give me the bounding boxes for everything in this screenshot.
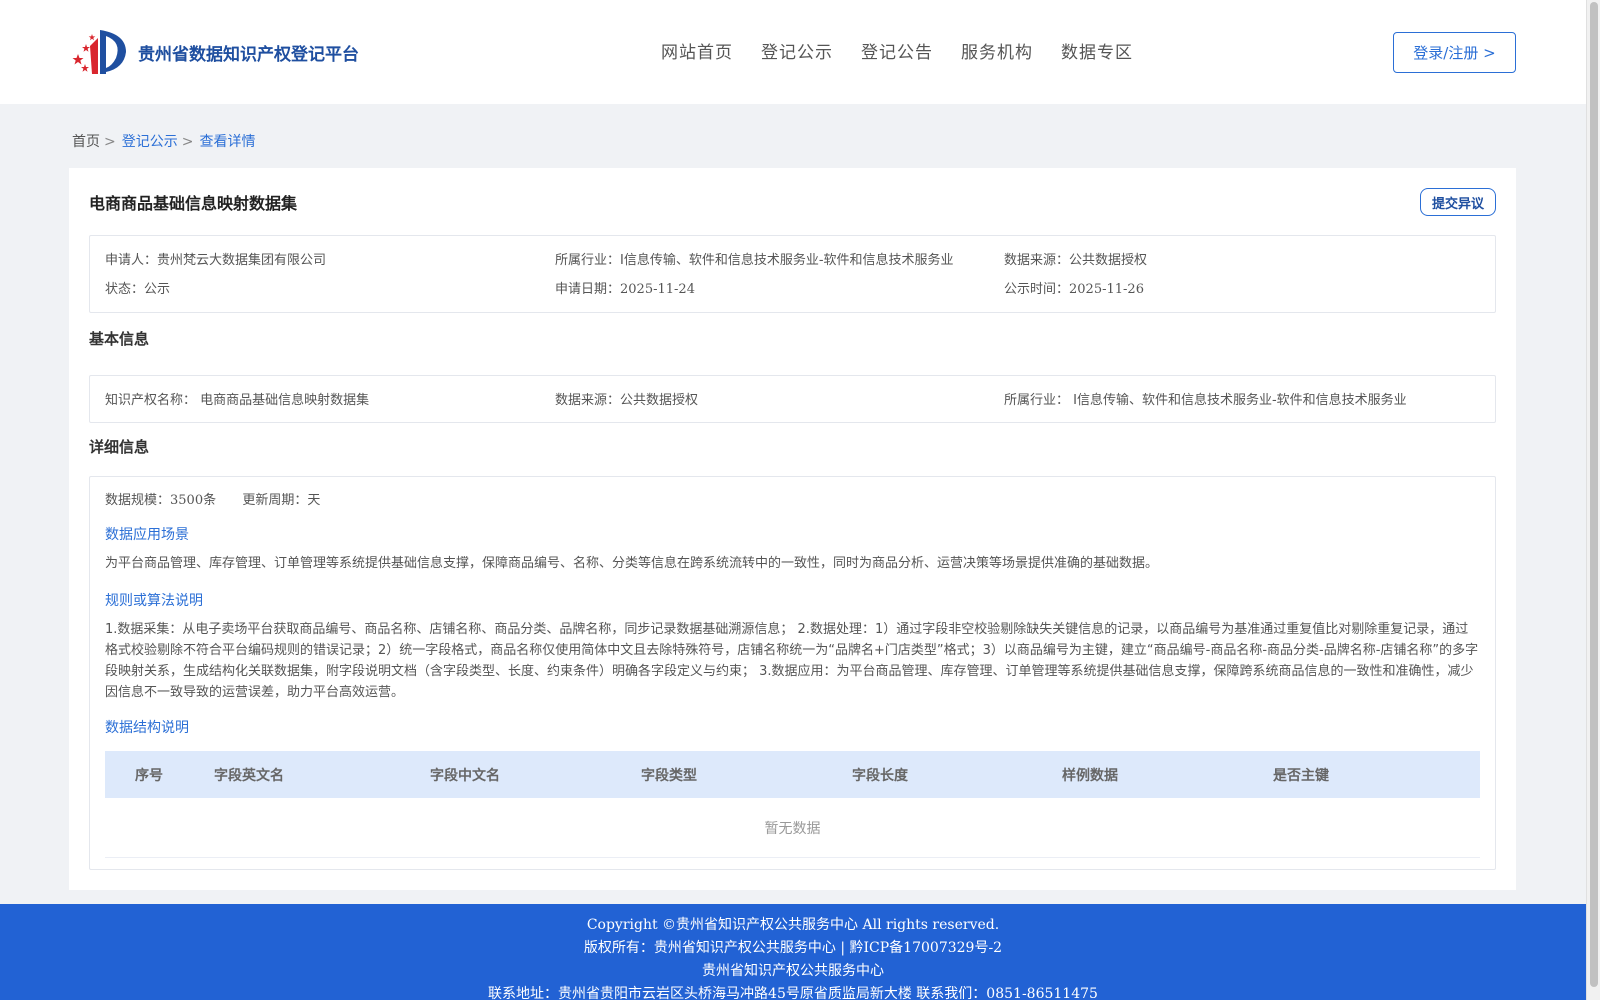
logo-emblem-icon [72, 30, 126, 74]
breadcrumb-separator: > [104, 134, 116, 150]
apply-date-value: 2025-11-24 [620, 282, 695, 297]
basic-source-value: 公共数据授权 [620, 393, 699, 408]
nav-item-home[interactable]: 网站首页 [661, 38, 733, 63]
th-field-length: 字段长度 [852, 767, 908, 784]
th-primary-key: 是否主键 [1273, 767, 1329, 784]
basic-source-label: 数据来源： [555, 393, 621, 408]
scenario-text: 为平台商品管理、库存管理、订单管理等系统提供基础信息支撑，保障商品编号、名称、分… [105, 556, 1159, 571]
status-label: 状态： [105, 282, 145, 297]
ip-name-field: 知识产权名称： 电商商品基础信息映射数据集 [105, 389, 369, 408]
basic-info-heading: 基本信息 [89, 330, 150, 348]
nav-item-registration-publicity[interactable]: 登记公示 [761, 38, 833, 63]
footer-rights: 版权所有：贵州省知识产权公共服务中心 | 黔ICP备17007329号-2 [583, 940, 1003, 956]
site-logo[interactable]: 贵州省数据知识产权登记平台 [70, 24, 359, 80]
breadcrumb: 首页 > 登记公示 > 查看详情 [72, 131, 255, 151]
page-title: 电商商品基础信息映射数据集 [89, 194, 298, 213]
cycle-value: 天 [307, 493, 321, 508]
basic-industry-label: 所属行业： [1004, 393, 1070, 408]
publish-date-label: 公示时间： [1004, 282, 1070, 297]
table-header-row: 序号 字段英文名 字段中文名 字段类型 字段长度 样例数据 是否主键 [105, 751, 1480, 798]
status-field: 状态：公示 [105, 278, 170, 297]
login-register-button[interactable]: 登录/注册 > [1393, 32, 1516, 73]
nav-item-data-zone[interactable]: 数据专区 [1061, 38, 1133, 63]
scale-field: 数据规模：3500条 更新周期：天 [105, 489, 320, 508]
structure-heading: 数据结构说明 [105, 720, 189, 736]
publish-date-field: 公示时间：2025-11-26 [1004, 278, 1144, 297]
source-label: 数据来源： [1004, 253, 1070, 268]
basic-industry-value: I信息传输、软件和信息技术服务业-软件和信息技术服务业 [1073, 393, 1407, 408]
th-index: 序号 [135, 767, 163, 784]
scenario-heading: 数据应用场景 [105, 527, 189, 543]
scale-value: 3500条 [170, 493, 217, 508]
table-empty-state: 暂无数据 [105, 798, 1480, 858]
ip-name-label: 知识产权名称： [105, 393, 197, 408]
scale-label: 数据规模： [105, 493, 171, 508]
basic-info-box: 知识产权名称： 电商商品基础信息映射数据集 数据来源：公共数据授权 所属行业： … [89, 375, 1496, 423]
basic-industry-field: 所属行业： I信息传输、软件和信息技术服务业-软件和信息技术服务业 [1004, 389, 1407, 408]
breadcrumb-view-detail[interactable]: 查看详情 [199, 134, 255, 150]
applicant-field: 申请人：贵州梵云大数据集团有限公司 [105, 249, 326, 268]
footer-org: 贵州省知识产权公共服务中心 [702, 963, 884, 979]
submit-objection-button[interactable]: 提交异议 [1420, 188, 1496, 216]
vertical-scrollbar[interactable] [1586, 0, 1600, 1000]
rules-text: 1.数据采集：从电子卖场平台获取商品编号、商品名称、店铺名称、商品分类、品牌名称… [105, 622, 1479, 700]
summary-box: 申请人：贵州梵云大数据集团有限公司 所属行业：I信息传输、软件和信息技术服务业-… [89, 235, 1496, 313]
ip-name-value: 电商商品基础信息映射数据集 [200, 393, 370, 408]
source-value: 公共数据授权 [1069, 253, 1148, 268]
basic-source-field: 数据来源：公共数据授权 [555, 389, 698, 408]
logo-text: 贵州省数据知识产权登记平台 [138, 44, 359, 65]
data-structure-table: 序号 字段英文名 字段中文名 字段类型 字段长度 样例数据 是否主键 暂无数据 [105, 751, 1480, 858]
breadcrumb-publicity[interactable]: 登记公示 [122, 134, 178, 150]
site-header: 贵州省数据知识产权登记平台 网站首页 登记公示 登记公告 服务机构 数据专区 登… [0, 0, 1586, 104]
scrollbar-thumb[interactable] [1590, 2, 1598, 987]
publish-date-value: 2025-11-26 [1069, 282, 1144, 297]
cycle-label: 更新周期： [242, 493, 308, 508]
th-sample: 样例数据 [1062, 767, 1118, 784]
main-nav: 网站首页 登记公示 登记公告 服务机构 数据专区 [661, 38, 1161, 63]
detail-info-heading: 详细信息 [89, 438, 150, 456]
nav-item-registration-announcement[interactable]: 登记公告 [861, 38, 933, 63]
th-field-cn: 字段中文名 [430, 767, 500, 784]
rules-heading: 规则或算法说明 [105, 593, 203, 609]
industry-label: 所属行业： [555, 253, 621, 268]
status-value: 公示 [144, 282, 171, 297]
industry-value: I信息传输、软件和信息技术服务业-软件和信息技术服务业 [620, 253, 954, 268]
applicant-label: 申请人： [105, 253, 158, 268]
site-footer: Copyright ©贵州省知识产权公共服务中心 All rights rese… [0, 904, 1586, 1000]
apply-date-field: 申请日期：2025-11-24 [555, 278, 695, 297]
apply-date-label: 申请日期： [555, 282, 621, 297]
footer-contact: 联系地址：贵州省贵阳市云岩区头桥海马冲路45号原省质监局新大楼 联系我们：085… [488, 986, 1098, 1000]
footer-copyright: Copyright ©贵州省知识产权公共服务中心 All rights rese… [586, 917, 1000, 933]
detail-info-box: 数据规模：3500条 更新周期：天 数据应用场景 为平台商品管理、库存管理、订单… [89, 476, 1496, 870]
detail-card: 电商商品基础信息映射数据集 提交异议 申请人：贵州梵云大数据集团有限公司 所属行… [69, 168, 1516, 890]
industry-field: 所属行业：I信息传输、软件和信息技术服务业-软件和信息技术服务业 [555, 249, 954, 268]
nav-item-service-agencies[interactable]: 服务机构 [961, 38, 1033, 63]
breadcrumb-home[interactable]: 首页 [72, 134, 100, 150]
th-field-type: 字段类型 [641, 767, 697, 784]
th-field-en: 字段英文名 [214, 767, 284, 784]
breadcrumb-separator: > [181, 134, 194, 150]
source-field: 数据来源：公共数据授权 [1004, 249, 1147, 268]
applicant-value: 贵州梵云大数据集团有限公司 [157, 253, 327, 268]
